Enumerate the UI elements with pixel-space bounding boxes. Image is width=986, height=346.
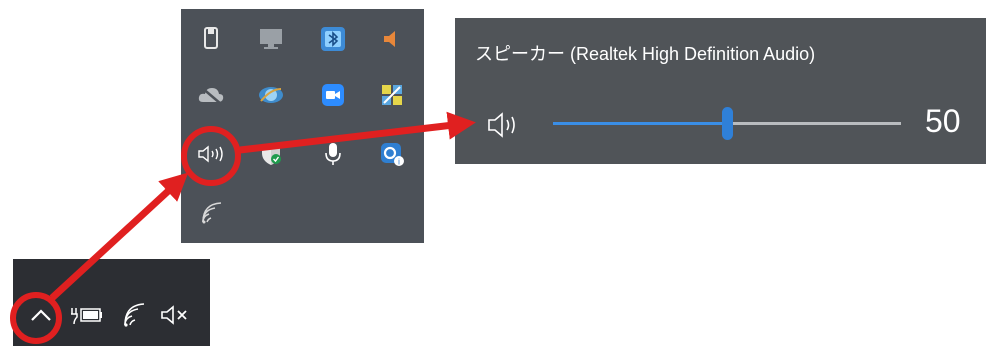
wifi-icon[interactable] — [193, 195, 229, 231]
orange-speaker-icon[interactable] — [374, 21, 410, 57]
microphone-icon[interactable] — [315, 136, 351, 172]
audio-device-name: スピーカー (Realtek High Definition Audio) — [475, 44, 816, 64]
battery-charging-icon[interactable] — [69, 299, 105, 331]
taskbar-tray — [13, 259, 210, 346]
volume-flyout: スピーカー (Realtek High Definition Audio) 50 — [455, 18, 986, 164]
monitor-icon[interactable] — [253, 21, 289, 57]
eye-icon[interactable] — [253, 77, 289, 113]
app-badge-icon[interactable]: i — [374, 136, 410, 172]
volume-slider-thumb[interactable] — [722, 107, 733, 140]
volume-icon[interactable] — [193, 136, 229, 172]
wifi-icon[interactable] — [119, 299, 149, 331]
volume-value: 50 — [925, 103, 961, 139]
muted-speaker-icon[interactable] — [157, 299, 193, 331]
cloud-offline-icon[interactable] — [193, 77, 229, 113]
volume-slider-fill — [553, 122, 727, 125]
usb-drive-icon[interactable] — [193, 21, 229, 57]
bluetooth-icon[interactable] — [315, 21, 351, 57]
chevron-up-icon[interactable] — [23, 297, 59, 333]
volume-slider[interactable] — [553, 107, 901, 140]
colorful-app-icon[interactable] — [374, 77, 410, 113]
speaker-icon[interactable] — [485, 108, 525, 142]
shield-icon[interactable] — [253, 136, 289, 172]
tray-overflow-popup: i — [181, 9, 424, 243]
zoom-camera-icon[interactable] — [315, 77, 351, 113]
svg-text:i: i — [398, 158, 400, 167]
